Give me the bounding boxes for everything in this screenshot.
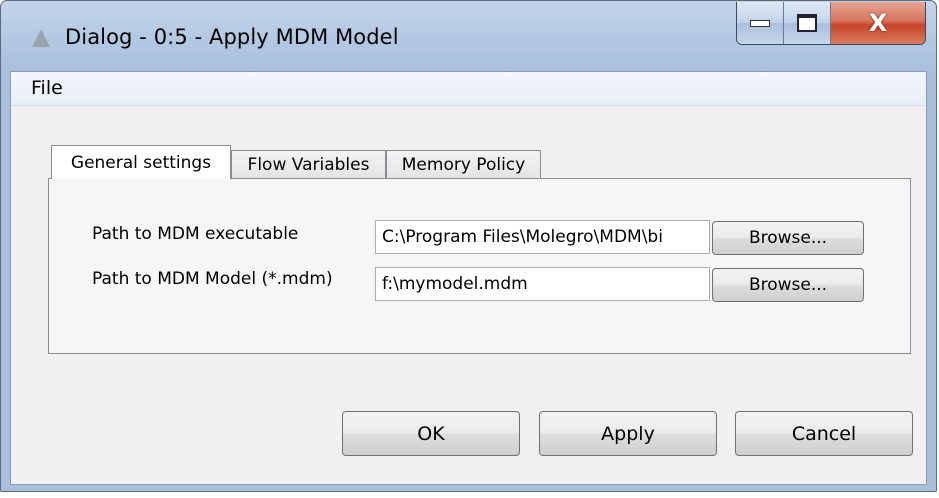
dialog-client-area: File General settings Flow Variables Mem… bbox=[10, 71, 927, 485]
ok-button[interactable]: OK bbox=[342, 411, 520, 456]
minimize-button[interactable] bbox=[737, 2, 784, 44]
menu-file[interactable]: File bbox=[31, 77, 63, 99]
tab-general-settings[interactable]: General settings bbox=[51, 145, 231, 179]
maximize-button[interactable] bbox=[784, 2, 831, 44]
apply-button[interactable]: Apply bbox=[539, 411, 717, 456]
close-icon: X bbox=[868, 9, 888, 37]
minimize-icon bbox=[750, 19, 770, 27]
browse-model-button[interactable]: Browse... bbox=[712, 268, 864, 302]
general-settings-panel: Path to MDM executable C:\Program Files\… bbox=[48, 178, 911, 354]
window-title: Dialog - 0:5 - Apply MDM Model bbox=[65, 25, 399, 49]
close-button[interactable]: X bbox=[831, 2, 925, 44]
app-icon bbox=[32, 29, 50, 47]
cancel-button[interactable]: Cancel bbox=[735, 411, 913, 456]
browse-executable-button[interactable]: Browse... bbox=[712, 221, 864, 255]
maximize-icon bbox=[797, 14, 817, 32]
tab-memory-policy[interactable]: Memory Policy bbox=[386, 150, 541, 178]
model-path-input[interactable]: f:\mymodel.mdm bbox=[375, 267, 710, 301]
tab-flow-variables[interactable]: Flow Variables bbox=[231, 150, 386, 178]
title-bar[interactable]: Dialog - 0:5 - Apply MDM Model X bbox=[1, 1, 936, 71]
caption-buttons: X bbox=[736, 2, 926, 45]
executable-path-label: Path to MDM executable bbox=[92, 224, 299, 244]
dialog-window: Dialog - 0:5 - Apply MDM Model X File Ge… bbox=[0, 0, 937, 492]
executable-path-input[interactable]: C:\Program Files\Molegro\MDM\bi bbox=[375, 220, 710, 254]
menu-bar: File bbox=[11, 72, 926, 106]
model-path-label: Path to MDM Model (*.mdm) bbox=[92, 269, 333, 289]
